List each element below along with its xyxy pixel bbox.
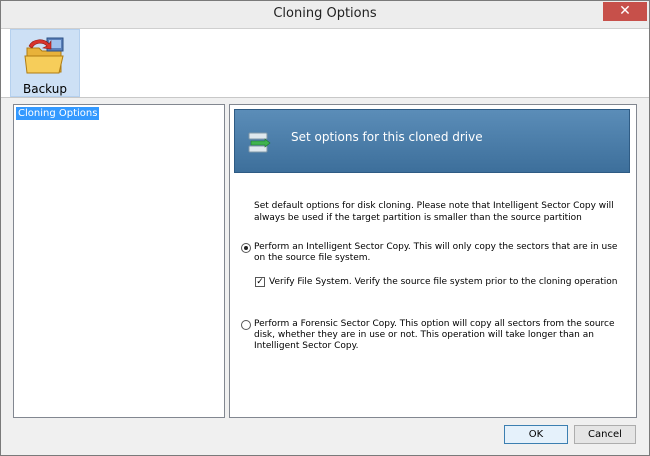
close-button[interactable]: ✕	[603, 2, 647, 21]
window-title: Cloning Options	[273, 6, 377, 21]
cloning-description: Set default options for disk cloning. Pl…	[254, 201, 614, 223]
clone-drive-icon	[248, 132, 271, 153]
options-content: Set options for this cloned drive Set de…	[229, 104, 637, 418]
backup-label: Backup	[23, 82, 67, 96]
forensic-sector-radio[interactable]	[241, 320, 251, 330]
intelligent-sector-label: Perform an Intelligent Sector Copy. This…	[254, 242, 618, 263]
banner-title: Set options for this cloned drive	[291, 130, 483, 144]
backup-folder-icon	[24, 37, 64, 74]
forensic-sector-label: Perform a Forensic Sector Copy. This opt…	[254, 319, 615, 351]
verify-file-system-label: Verify File System. Verify the source fi…	[269, 277, 618, 287]
tree-item-cloning-options[interactable]: Cloning Options	[16, 107, 100, 120]
verify-file-system-checkbox[interactable]: ✓	[255, 277, 265, 287]
ok-button[interactable]: OK	[504, 425, 568, 444]
options-tree: Cloning Options	[13, 104, 225, 418]
toolbar: Backup	[1, 29, 649, 98]
cancel-button[interactable]: Cancel	[574, 425, 636, 444]
title-bar: Cloning Options ✕	[1, 1, 649, 29]
section-banner: Set options for this cloned drive	[234, 109, 630, 173]
backup-tool-button[interactable]: Backup	[10, 29, 80, 97]
intelligent-sector-radio[interactable]	[241, 243, 251, 253]
cloning-options-dialog: Cloning Options ✕ Backup Cloning Options…	[0, 0, 650, 456]
